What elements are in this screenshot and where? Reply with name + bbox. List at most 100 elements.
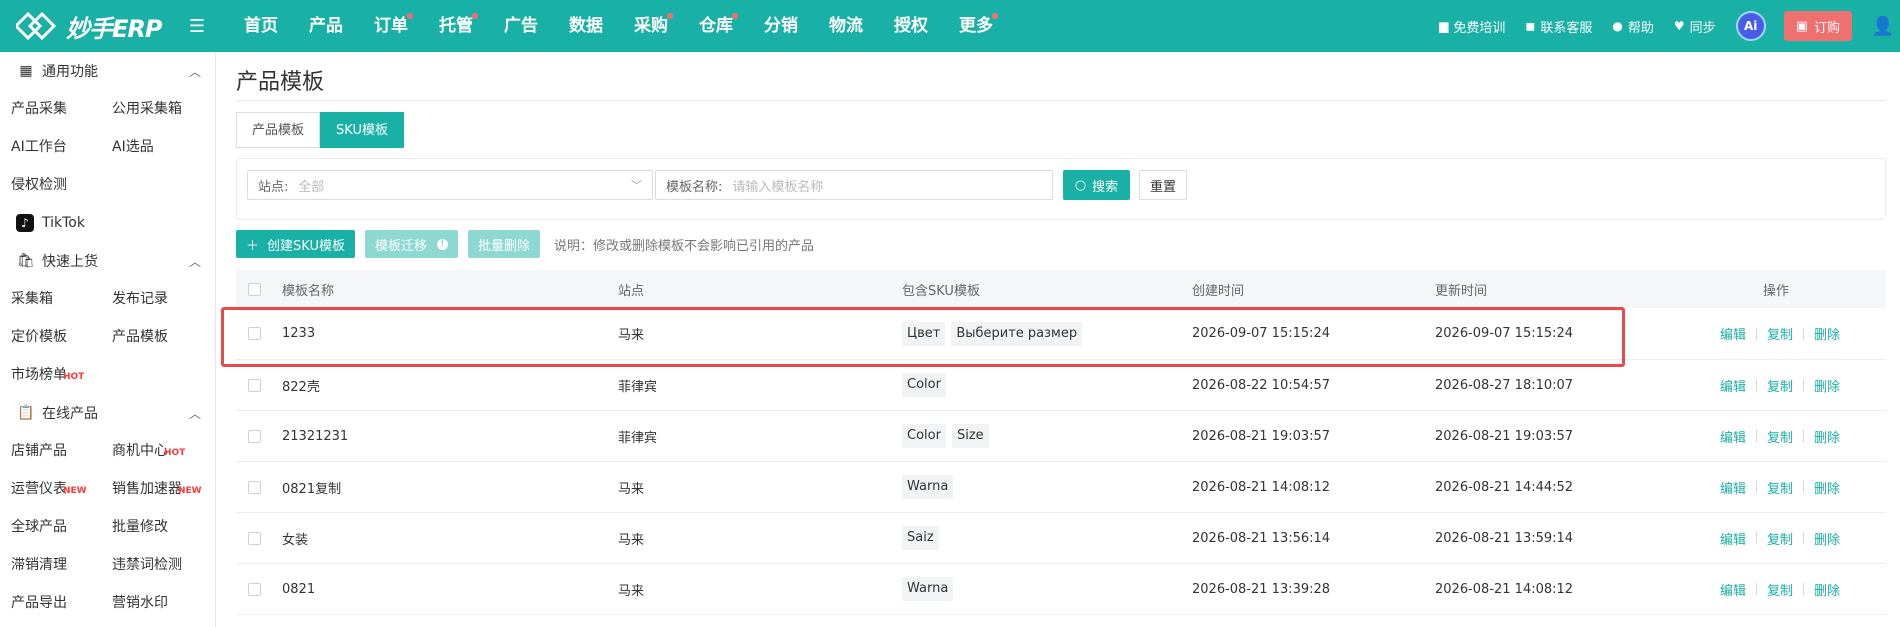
nav-item-home[interactable]: 首页 <box>228 0 293 52</box>
ai-assistant-icon[interactable]: Ai <box>1735 11 1766 41</box>
search-button[interactable]: ○ 搜索 <box>1063 170 1130 200</box>
nav-item-purchase[interactable]: 采购 <box>618 0 683 52</box>
sku-chip: Size <box>951 424 989 448</box>
created-time: 2026-08-22 10:54:57 <box>1192 377 1331 393</box>
row-operations: 编辑 复制 删除 <box>1720 580 1840 599</box>
copy-link[interactable]: 复制 <box>1767 427 1793 446</box>
create-sku-template-button[interactable]: ＋ 创建SKU模板 <box>236 230 355 258</box>
select-all-checkbox[interactable] <box>248 282 261 296</box>
sidebar-item-ai-selection[interactable]: AI选品 <box>101 128 202 166</box>
nav-item-logistics[interactable]: 物流 <box>813 0 878 52</box>
page-title: 产品模板 <box>236 70 325 95</box>
sidebar-item-global-products[interactable]: 全球产品 <box>0 508 101 546</box>
batch-delete-button[interactable]: 批量删除 <box>467 230 540 258</box>
edit-link[interactable]: 编辑 <box>1720 580 1746 599</box>
question-icon: ● <box>1612 19 1623 33</box>
table-row: 0821复制 马来 Warna 2026-08-21 14:08:12 2026-08-… <box>236 462 1886 513</box>
edit-link[interactable]: 编辑 <box>1720 427 1746 446</box>
reset-button[interactable]: 重置 <box>1139 170 1187 200</box>
sidebar-item-collect-box[interactable]: 采集箱 <box>0 280 101 318</box>
sidebar-section-common[interactable]: ▦ 通用功能 ︿ <box>0 52 215 90</box>
delete-link[interactable]: 删除 <box>1814 580 1840 599</box>
tab-product-template[interactable]: 产品模板 <box>236 112 321 148</box>
sidebar-item-publish-records[interactable]: 发布记录 <box>101 280 202 318</box>
sidebar-item-product-template[interactable]: 产品模板 <box>101 318 202 356</box>
table-row: 21321231 菲律宾 Color Size 2026-08-21 19:03:57 2… <box>236 411 1886 462</box>
nav-item-distribution[interactable]: 分销 <box>748 0 813 52</box>
sidebar-item-marketing-watermark[interactable]: 营销水印 <box>101 584 202 622</box>
row-checkbox[interactable] <box>248 480 261 494</box>
delete-link[interactable]: 删除 <box>1814 529 1840 548</box>
order-button[interactable]: ▣ 订购 <box>1783 11 1852 41</box>
divider <box>1803 481 1805 493</box>
sku-chip: Color <box>902 373 946 397</box>
sidebar-item-opportunity-center[interactable]: 商机中心 HOT <box>101 432 202 470</box>
nav-item-hosting[interactable]: 托管 <box>423 0 488 52</box>
template-migrate-button[interactable]: 模板迁移 ! <box>364 230 458 258</box>
delete-link[interactable]: 删除 <box>1814 376 1840 395</box>
nav-item-authorize[interactable]: 授权 <box>878 0 943 52</box>
user-avatar-icon[interactable]: 👤 <box>1868 11 1898 41</box>
sidebar-item-product-collect[interactable]: 产品采集 <box>0 90 101 128</box>
site-select[interactable]: 站点: 全部 ﹀ <box>247 170 653 200</box>
sidebar-section-online-products[interactable]: 📋 在线产品 ︿ <box>0 394 215 432</box>
delete-link[interactable]: 删除 <box>1814 324 1840 343</box>
logo[interactable]: 妙手ERP <box>0 0 180 52</box>
created-time: 2026-08-21 13:39:28 <box>1192 581 1331 597</box>
nav-item-more[interactable]: 更多 <box>943 0 1008 52</box>
sidebar-item-tiktok[interactable]: ♪ TikTok <box>0 204 215 242</box>
nav-item-data[interactable]: 数据 <box>553 0 618 52</box>
menu-collapse-icon[interactable]: ☰ <box>186 16 208 37</box>
divider <box>1756 583 1758 595</box>
copy-link[interactable]: 复制 <box>1767 376 1793 395</box>
row-checkbox[interactable] <box>248 378 261 392</box>
template-name-input[interactable]: 模板名称: 请输入模板名称 <box>655 170 1053 200</box>
row-operations: 编辑 复制 删除 <box>1720 478 1840 497</box>
copy-link[interactable]: 复制 <box>1767 529 1793 548</box>
sidebar-item-slow-moving-cleanup[interactable]: 滞销清理 <box>0 546 101 584</box>
copy-link[interactable]: 复制 <box>1767 478 1793 497</box>
template-name: 女装 <box>282 532 309 548</box>
sidebar-item-sales-accelerator[interactable]: 销售加速器 NEW <box>101 470 202 508</box>
divider <box>1803 379 1805 391</box>
sidebar-section-quick-listing[interactable]: 🛍 快速上货 ︿ <box>0 242 215 280</box>
sidebar-item-ops-dashboard[interactable]: 运营仪表 NEW <box>0 470 101 508</box>
sidebar-item-market-ranking[interactable]: 市场榜单 HOT <box>0 356 101 394</box>
sync-link[interactable]: ♥ 同步 <box>1674 17 1716 36</box>
nav-item-ads[interactable]: 广告 <box>488 0 553 52</box>
edit-link[interactable]: 编辑 <box>1720 376 1746 395</box>
sidebar-item-banned-words-check[interactable]: 违禁词检测 <box>101 546 202 584</box>
copy-link[interactable]: 复制 <box>1767 324 1793 343</box>
delete-link[interactable]: 删除 <box>1814 478 1840 497</box>
edit-link[interactable]: 编辑 <box>1720 478 1746 497</box>
help-link[interactable]: ● 帮助 <box>1612 17 1654 36</box>
divider <box>1803 327 1805 340</box>
row-checkbox[interactable] <box>248 582 261 596</box>
sidebar-item-product-export[interactable]: 产品导出 <box>0 584 101 622</box>
site-value: 马来 <box>618 532 645 548</box>
header-updated-time: 更新时间 <box>1435 283 1488 299</box>
edit-link[interactable]: 编辑 <box>1720 529 1746 548</box>
nav-item-warehouse[interactable]: 仓库 <box>683 0 748 52</box>
contact-support-link[interactable]: ◼ 联系客服 <box>1525 17 1592 36</box>
sidebar-item-public-collect-box[interactable]: 公用采集箱 <box>101 90 202 128</box>
free-training-link[interactable]: ▆ 免费培训 <box>1439 17 1505 36</box>
sidebar-item-batch-edit[interactable]: 批量修改 <box>101 508 202 546</box>
row-checkbox[interactable] <box>248 531 261 545</box>
row-operations: 编辑 复制 删除 <box>1720 324 1840 343</box>
row-checkbox[interactable] <box>248 429 261 443</box>
tab-sku-template[interactable]: SKU模板 <box>320 112 404 148</box>
sidebar-item-infringement-check[interactable]: 侵权检测 <box>0 166 101 204</box>
updated-time: 2026-08-21 14:44:52 <box>1435 479 1574 495</box>
delete-link[interactable]: 删除 <box>1814 427 1840 446</box>
sidebar-item-pricing-template[interactable]: 定价模板 <box>0 318 101 356</box>
nav-item-order[interactable]: 订单 <box>358 0 423 52</box>
sidebar-item-ai-workbench[interactable]: AI工作台 <box>0 128 101 166</box>
sku-chip-list: Color Size <box>902 424 995 448</box>
edit-link[interactable]: 编辑 <box>1720 324 1746 343</box>
site-value: 菲律宾 <box>618 379 658 395</box>
nav-item-product[interactable]: 产品 <box>293 0 358 52</box>
site-value: 菲律宾 <box>618 430 658 446</box>
sidebar-item-store-products[interactable]: 店铺产品 <box>0 432 101 470</box>
copy-link[interactable]: 复制 <box>1767 580 1793 599</box>
